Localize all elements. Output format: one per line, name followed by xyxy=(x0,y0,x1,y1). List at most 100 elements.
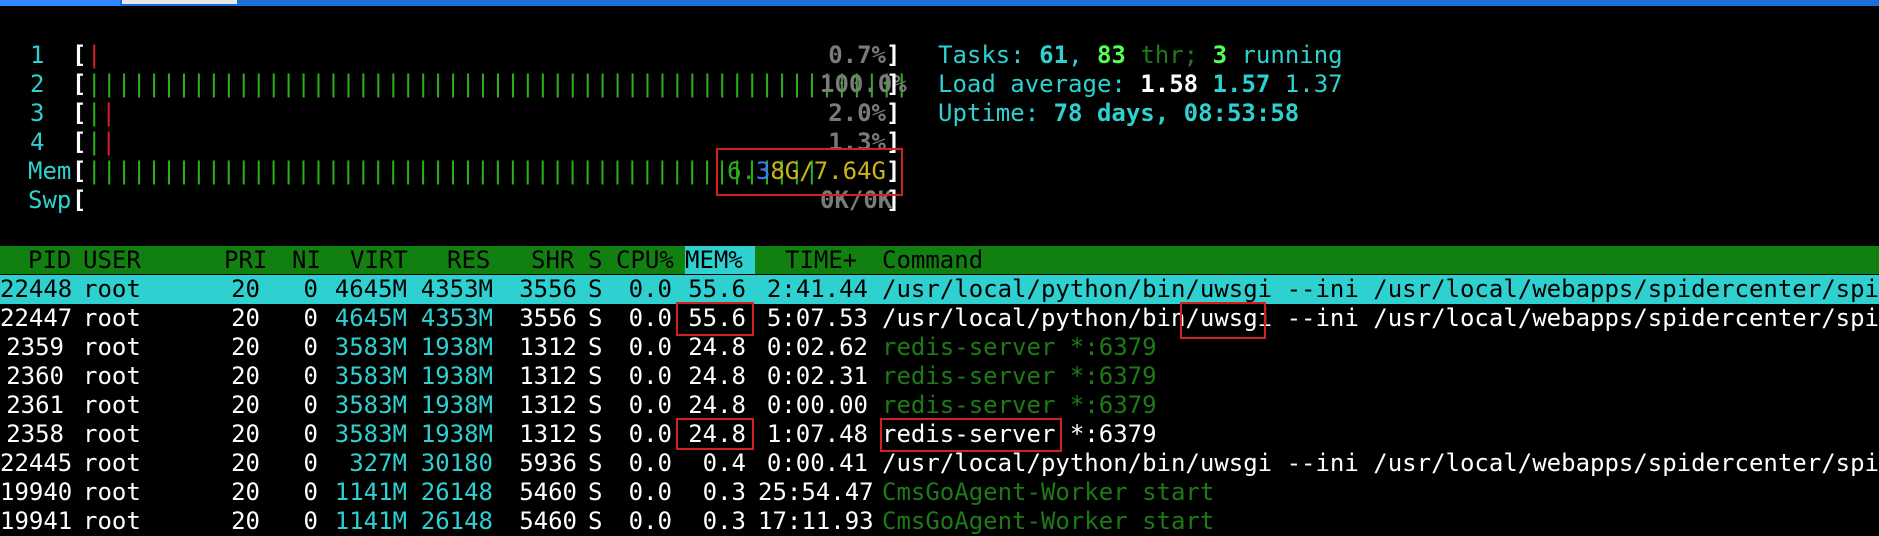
process-user: root xyxy=(83,275,141,303)
swap-meter: Swp[0K/0K] xyxy=(0,186,900,215)
tasks-line: Tasks: 61, 83 thr; 3 running xyxy=(938,41,1343,69)
process-row[interactable]: 2360 root 20 0 3583M 1938M 1312 S 0.0 24.8 0:02.31… xyxy=(0,362,1879,391)
tab-inactive[interactable] xyxy=(122,0,237,4)
process-s: S xyxy=(588,391,603,419)
col-res[interactable]: RES xyxy=(447,246,490,274)
process-ni: 0 xyxy=(303,507,318,535)
process-s: S xyxy=(588,507,603,535)
meter-bracket-open: [ xyxy=(72,99,87,127)
process-mem: 55.6 xyxy=(688,304,746,332)
process-res: 1938M xyxy=(420,420,493,448)
process-virt: 4645M xyxy=(334,275,407,303)
process-pri: 20 xyxy=(231,362,260,390)
tab-active[interactable] xyxy=(0,0,120,6)
col-pid[interactable]: PID xyxy=(28,246,71,274)
cpu-meter-bar: | xyxy=(87,41,102,69)
process-res: 26148 xyxy=(420,478,493,506)
process-pid: 19940 xyxy=(0,478,73,506)
col-command[interactable]: Command xyxy=(882,246,983,274)
process-time: 25:54.47 xyxy=(758,478,874,506)
col-shr[interactable]: SHR xyxy=(531,246,574,274)
meter-bracket-close: ] xyxy=(886,70,901,98)
meter-bracket-close: ] xyxy=(886,41,901,69)
process-user: root xyxy=(83,420,141,448)
process-user: root xyxy=(83,304,141,332)
process-pid: 22448 xyxy=(0,275,73,303)
process-s: S xyxy=(588,420,603,448)
process-pri: 20 xyxy=(231,478,260,506)
process-time: 0:02.31 xyxy=(766,362,868,390)
process-s: S xyxy=(588,333,603,361)
process-ni: 0 xyxy=(303,362,318,390)
process-row[interactable]: 22445 root 20 0 327M 30180 5936 S 0.0 0.4 0:00.41 /… xyxy=(0,449,1879,478)
cpu-meter-percent: 2.0% xyxy=(828,99,886,127)
process-user: root xyxy=(83,333,141,361)
process-command: /usr/local/python/bin/uwsgi --ini /usr/l… xyxy=(882,275,1879,303)
process-cpu: 0.0 xyxy=(628,420,672,448)
cpu-meter-bar: || xyxy=(87,99,116,127)
process-res: 1938M xyxy=(420,333,493,361)
cpu-meter-3: 3 [|| 2.0%] xyxy=(0,99,900,128)
process-mem: 24.8 xyxy=(688,420,746,448)
process-mem: 24.8 xyxy=(688,362,746,390)
process-s: S xyxy=(588,304,603,332)
process-time: 17:11.93 xyxy=(758,507,874,535)
process-user: root xyxy=(83,362,141,390)
process-row[interactable]: 2359 root 20 0 3583M 1938M 1312 S 0.0 24.8 0:02.62… xyxy=(0,333,1879,362)
load-average-line: Load average: 1.58 1.57 1.37 xyxy=(938,70,1343,98)
process-res: 4353M xyxy=(420,275,493,303)
process-s: S xyxy=(588,478,603,506)
mem-meter-label: Mem xyxy=(28,157,72,185)
process-pri: 20 xyxy=(231,420,260,448)
process-time: 0:00.00 xyxy=(766,391,868,419)
process-shr: 1312 xyxy=(519,362,577,390)
process-mem: 0.3 xyxy=(702,478,746,506)
process-time: 0:02.62 xyxy=(766,333,868,361)
process-time: 5:07.53 xyxy=(766,304,868,332)
cpu-meter-4: 4 [|| 1.3%] xyxy=(0,128,900,157)
meter-bracket-open: [ xyxy=(72,128,87,156)
process-row[interactable]: 22448 root 20 0 4645M 4353M 3556 S 0.0 55.6 2:41.4… xyxy=(0,275,1879,304)
process-pid: 22447 xyxy=(0,304,73,332)
process-row[interactable]: 2358 root 20 0 3583M 1938M 1312 S 0.0 24.8 1:07.48… xyxy=(0,420,1879,449)
process-row[interactable]: 22447 root 20 0 4645M 4353M 3556 S 0.0 55.6 5:07.5… xyxy=(0,304,1879,333)
process-ni: 0 xyxy=(303,420,318,448)
cpu-meter-2: 2 [||||||||||||||||||||||||||||||||||||||… xyxy=(0,70,909,99)
process-pid: 2358 xyxy=(6,420,64,448)
process-ni: 0 xyxy=(303,391,318,419)
process-virt: 327M xyxy=(349,449,407,477)
process-virt: 4645M xyxy=(334,304,407,332)
col-cpu[interactable]: CPU% xyxy=(616,246,674,274)
process-user: root xyxy=(83,478,141,506)
col-time[interactable]: TIME+ xyxy=(785,246,857,274)
cpu-meter-bar: ||||||||||||||||||||||||||||||||||||||||… xyxy=(87,70,910,98)
meter-bracket-close: ] xyxy=(886,157,901,185)
process-command: redis-server *:6379 xyxy=(882,362,1157,390)
col-virt[interactable]: VIRT xyxy=(350,246,408,274)
col-mem-sorted[interactable]: MEM% xyxy=(685,246,755,274)
process-cpu: 0.0 xyxy=(628,333,672,361)
process-shr: 5460 xyxy=(519,507,577,535)
process-cpu: 0.0 xyxy=(628,275,672,303)
uptime-line: Uptime: 78 days, 08:53:58 xyxy=(938,99,1300,127)
process-command: /usr/local/python/bin/uwsgi --ini /usr/l… xyxy=(882,449,1879,477)
meter-bracket-close: ] xyxy=(886,128,901,156)
swap-meter-label: Swp xyxy=(28,186,72,214)
col-pri[interactable]: PRI xyxy=(224,246,267,274)
mem-meter-bar: ||||||||||||||||||||||||||||||||||||||||… xyxy=(87,157,820,185)
col-ni[interactable]: NI xyxy=(292,246,321,274)
col-user[interactable]: USER xyxy=(83,246,141,274)
process-cpu: 0.0 xyxy=(628,362,672,390)
cpu-meter-label: 3 xyxy=(30,99,45,127)
process-command: redis-server *:6379 xyxy=(882,333,1157,361)
meter-bracket-open: [ xyxy=(72,186,87,214)
process-row[interactable]: 19941 root 20 0 1141M 26148 5460 S 0.0 0.3 17:11.9… xyxy=(0,507,1879,536)
process-shr: 3556 xyxy=(519,275,577,303)
process-cpu: 0.0 xyxy=(628,449,672,477)
process-row[interactable]: 2361 root 20 0 3583M 1938M 1312 S 0.0 24.8 0:00.00… xyxy=(0,391,1879,420)
process-res: 30180 xyxy=(420,449,493,477)
process-pid: 2359 xyxy=(6,333,64,361)
window-top-bar xyxy=(0,0,1879,6)
process-row[interactable]: 19940 root 20 0 1141M 26148 5460 S 0.0 0.3 25:54.4… xyxy=(0,478,1879,507)
col-state[interactable]: S xyxy=(588,246,602,274)
